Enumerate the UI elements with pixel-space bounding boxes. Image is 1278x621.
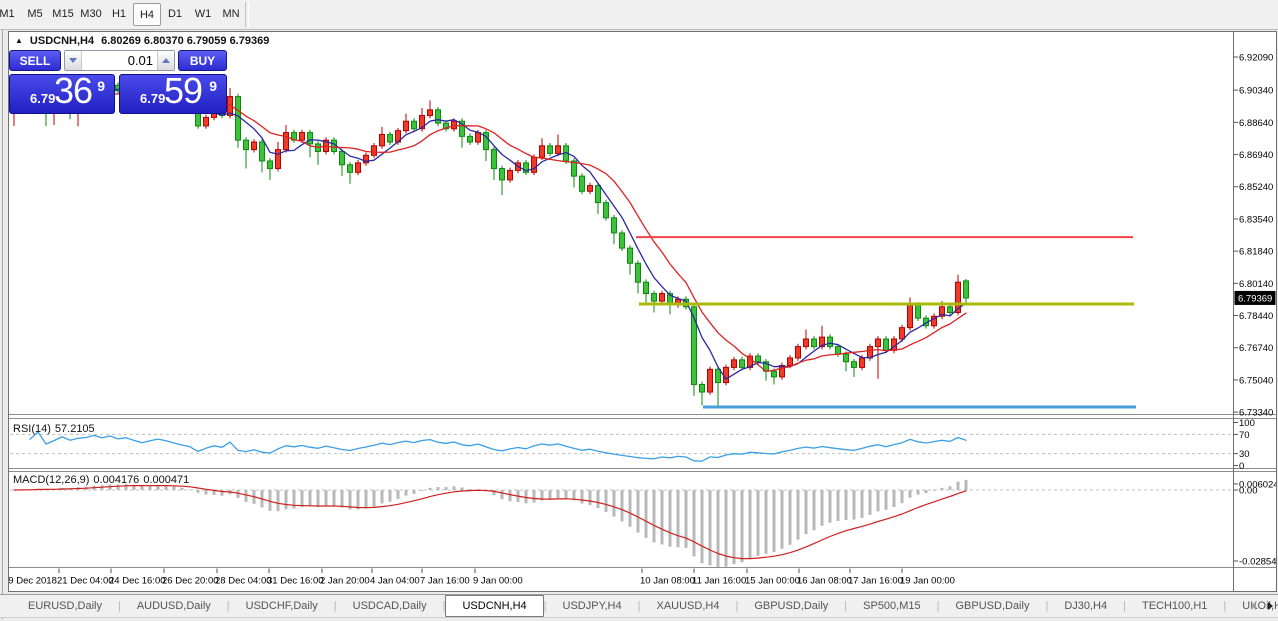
timeframe-button-h1[interactable]: H1: [105, 3, 133, 26]
timeframe-button-w1[interactable]: W1: [189, 3, 217, 26]
svg-text:6.85240: 6.85240: [1239, 182, 1273, 193]
chart-tab-gbpusd-daily[interactable]: GBPUSD,Daily: [939, 596, 1045, 617]
svg-text:-0.028549: -0.028549: [1239, 557, 1276, 568]
chart-tab-gbpusd-daily[interactable]: GBPUSD,Daily: [738, 596, 844, 617]
macd-indicator-label: MACD(12,26,9) 0.004176 0.000471: [13, 474, 193, 486]
chart-tab-xauusd-h4[interactable]: XAUUSD,H4: [640, 596, 735, 617]
svg-text:6.75040: 6.75040: [1239, 375, 1273, 386]
sell-price-button[interactable]: 6.79 36 9: [9, 74, 115, 114]
chart-tab-sp500-m15[interactable]: SP500,M15: [847, 596, 936, 617]
rsi-name: RSI(14): [13, 423, 51, 435]
chart-tab-tech100-h1[interactable]: TECH100,H1: [1126, 596, 1223, 617]
svg-text:6.78440: 6.78440: [1239, 311, 1273, 322]
buy-price-pips: 59: [164, 70, 202, 112]
buy-price-whole: 6.79: [140, 91, 165, 106]
lot-increase-button[interactable]: [157, 51, 174, 70]
sell-button[interactable]: SELL: [9, 50, 61, 71]
chart-tab-usdchf-daily[interactable]: USDCHF,Daily: [230, 596, 334, 617]
svg-text:7 Jan 16:00: 7 Jan 16:00: [420, 576, 470, 587]
svg-text:31 Dec 16:00: 31 Dec 16:00: [267, 576, 324, 587]
svg-text:6.81840: 6.81840: [1239, 247, 1273, 258]
toolbar-separator: [245, 2, 249, 27]
svg-text:26 Dec 20:00: 26 Dec 20:00: [162, 576, 219, 587]
chart-tab-eurusd-daily[interactable]: EURUSD,Daily: [12, 596, 118, 617]
chart-window: 6.92090 6.90340 6.88640 6.86940 6.85240 6.835…: [8, 31, 1277, 592]
rsi-value: 57.2105: [55, 423, 95, 435]
tab-scroll-right-icon[interactable]: [1268, 602, 1273, 610]
svg-text:15 Jan 00:00: 15 Jan 00:00: [745, 576, 800, 587]
lot-size-input[interactable]: [82, 51, 157, 70]
macd-signal-value: 0.000471: [143, 474, 189, 486]
svg-text:11 Jan 16:00: 11 Jan 16:00: [692, 576, 746, 587]
buy-button[interactable]: BUY: [178, 50, 227, 71]
svg-text:6.76740: 6.76740: [1239, 343, 1273, 354]
sell-price-pipette: 9: [97, 78, 105, 94]
chart-tab-usdjpy-h4[interactable]: USDJPY,H4: [547, 596, 638, 617]
svg-text:6.73340: 6.73340: [1239, 408, 1273, 419]
chart-canvas[interactable]: 6.92090 6.90340 6.88640 6.86940 6.85240 6.835…: [9, 32, 1276, 591]
svg-text:100: 100: [1239, 418, 1255, 429]
chart-tab-usdcnh-h4[interactable]: USDCNH,H4: [445, 595, 543, 617]
lot-size-control: [64, 50, 175, 71]
svg-text:0: 0: [1239, 461, 1244, 472]
timeframe-button-m5[interactable]: M5: [21, 3, 49, 26]
collapse-triangle-icon: ▲: [15, 35, 23, 47]
svg-text:6.92090: 6.92090: [1239, 53, 1273, 64]
tab-scroll-left-icon[interactable]: [1251, 602, 1256, 610]
svg-text:24 Dec 16:00: 24 Dec 16:00: [109, 576, 166, 587]
buy-price-pipette: 9: [209, 78, 217, 94]
svg-text:30: 30: [1239, 449, 1250, 460]
svg-text:19 Jan 00:00: 19 Jan 00:00: [900, 576, 955, 587]
svg-text:6.88640: 6.88640: [1239, 118, 1273, 129]
macd-name: MACD(12,26,9): [13, 474, 89, 486]
svg-text:28 Dec 04:00: 28 Dec 04:00: [215, 576, 272, 587]
svg-text:10 Jan 08:00: 10 Jan 08:00: [640, 576, 695, 587]
chart-tab-usdcad-daily[interactable]: USDCAD,Daily: [337, 596, 443, 617]
chart-title: ▲ USDCNH,H4 6.80269 6.80370 6.79059 6.79…: [15, 35, 269, 47]
timeframe-button-d1[interactable]: D1: [161, 3, 189, 26]
timeframe-button-m30[interactable]: M30: [77, 3, 105, 26]
triangle-up-icon: [162, 58, 170, 63]
svg-text:6.79369: 6.79369: [1238, 293, 1272, 304]
svg-text:4 Jan 04:00: 4 Jan 04:00: [370, 576, 420, 587]
timeframe-button-mn[interactable]: MN: [217, 3, 245, 26]
window-left-edge: [2, 30, 3, 619]
timeframe-button-m15[interactable]: M15: [49, 3, 77, 26]
svg-text:6.86940: 6.86940: [1239, 150, 1273, 161]
timeframe-toolbar: M1M5M15M30H1H4D1W1MN: [0, 0, 1278, 30]
chart-tab-audusd-daily[interactable]: AUDUSD,Daily: [121, 596, 227, 617]
svg-text:17 Jan 16:00: 17 Jan 16:00: [848, 576, 903, 587]
chart-tab-bar: EURUSD,Daily|AUDUSD,Daily|USDCHF,Daily|U…: [0, 594, 1278, 618]
svg-text:19 Dec 2018: 19 Dec 2018: [9, 576, 57, 587]
svg-text:6.80140: 6.80140: [1239, 279, 1273, 290]
lot-decrease-button[interactable]: [65, 51, 82, 70]
svg-text:70: 70: [1239, 430, 1250, 441]
timeframe-button-m1[interactable]: M1: [0, 3, 21, 26]
svg-text:0.00: 0.00: [1239, 486, 1258, 497]
sell-price-whole: 6.79: [30, 91, 55, 106]
macd-main-value: 0.004176: [93, 474, 139, 486]
chart-title-ohlc: 6.80269 6.80370 6.79059 6.79369: [101, 35, 269, 47]
svg-text:6.83540: 6.83540: [1239, 214, 1273, 225]
chart-title-symbol: USDCNH,H4: [30, 35, 94, 47]
svg-text:2 Jan 20:00: 2 Jan 20:00: [320, 576, 370, 587]
one-click-trading-panel: SELL BUY 6.79 36 9 6.79 59 9: [9, 49, 227, 115]
buy-price-button[interactable]: 6.79 59 9: [119, 74, 227, 114]
svg-text:16 Jan 08:00: 16 Jan 08:00: [797, 576, 852, 587]
svg-text:6.90340: 6.90340: [1239, 86, 1273, 97]
triangle-down-icon: [69, 58, 77, 63]
tab-scroll-arrows: [1251, 602, 1273, 610]
svg-text:9 Jan 00:00: 9 Jan 00:00: [473, 576, 523, 587]
rsi-indicator-label: RSI(14) 57.2105: [13, 423, 99, 435]
timeframe-button-h4[interactable]: H4: [133, 3, 161, 26]
chart-tab-dj30-h4[interactable]: DJ30,H4: [1048, 596, 1123, 617]
svg-text:21 Dec 04:00: 21 Dec 04:00: [57, 576, 114, 587]
sell-price-pips: 36: [54, 70, 92, 112]
